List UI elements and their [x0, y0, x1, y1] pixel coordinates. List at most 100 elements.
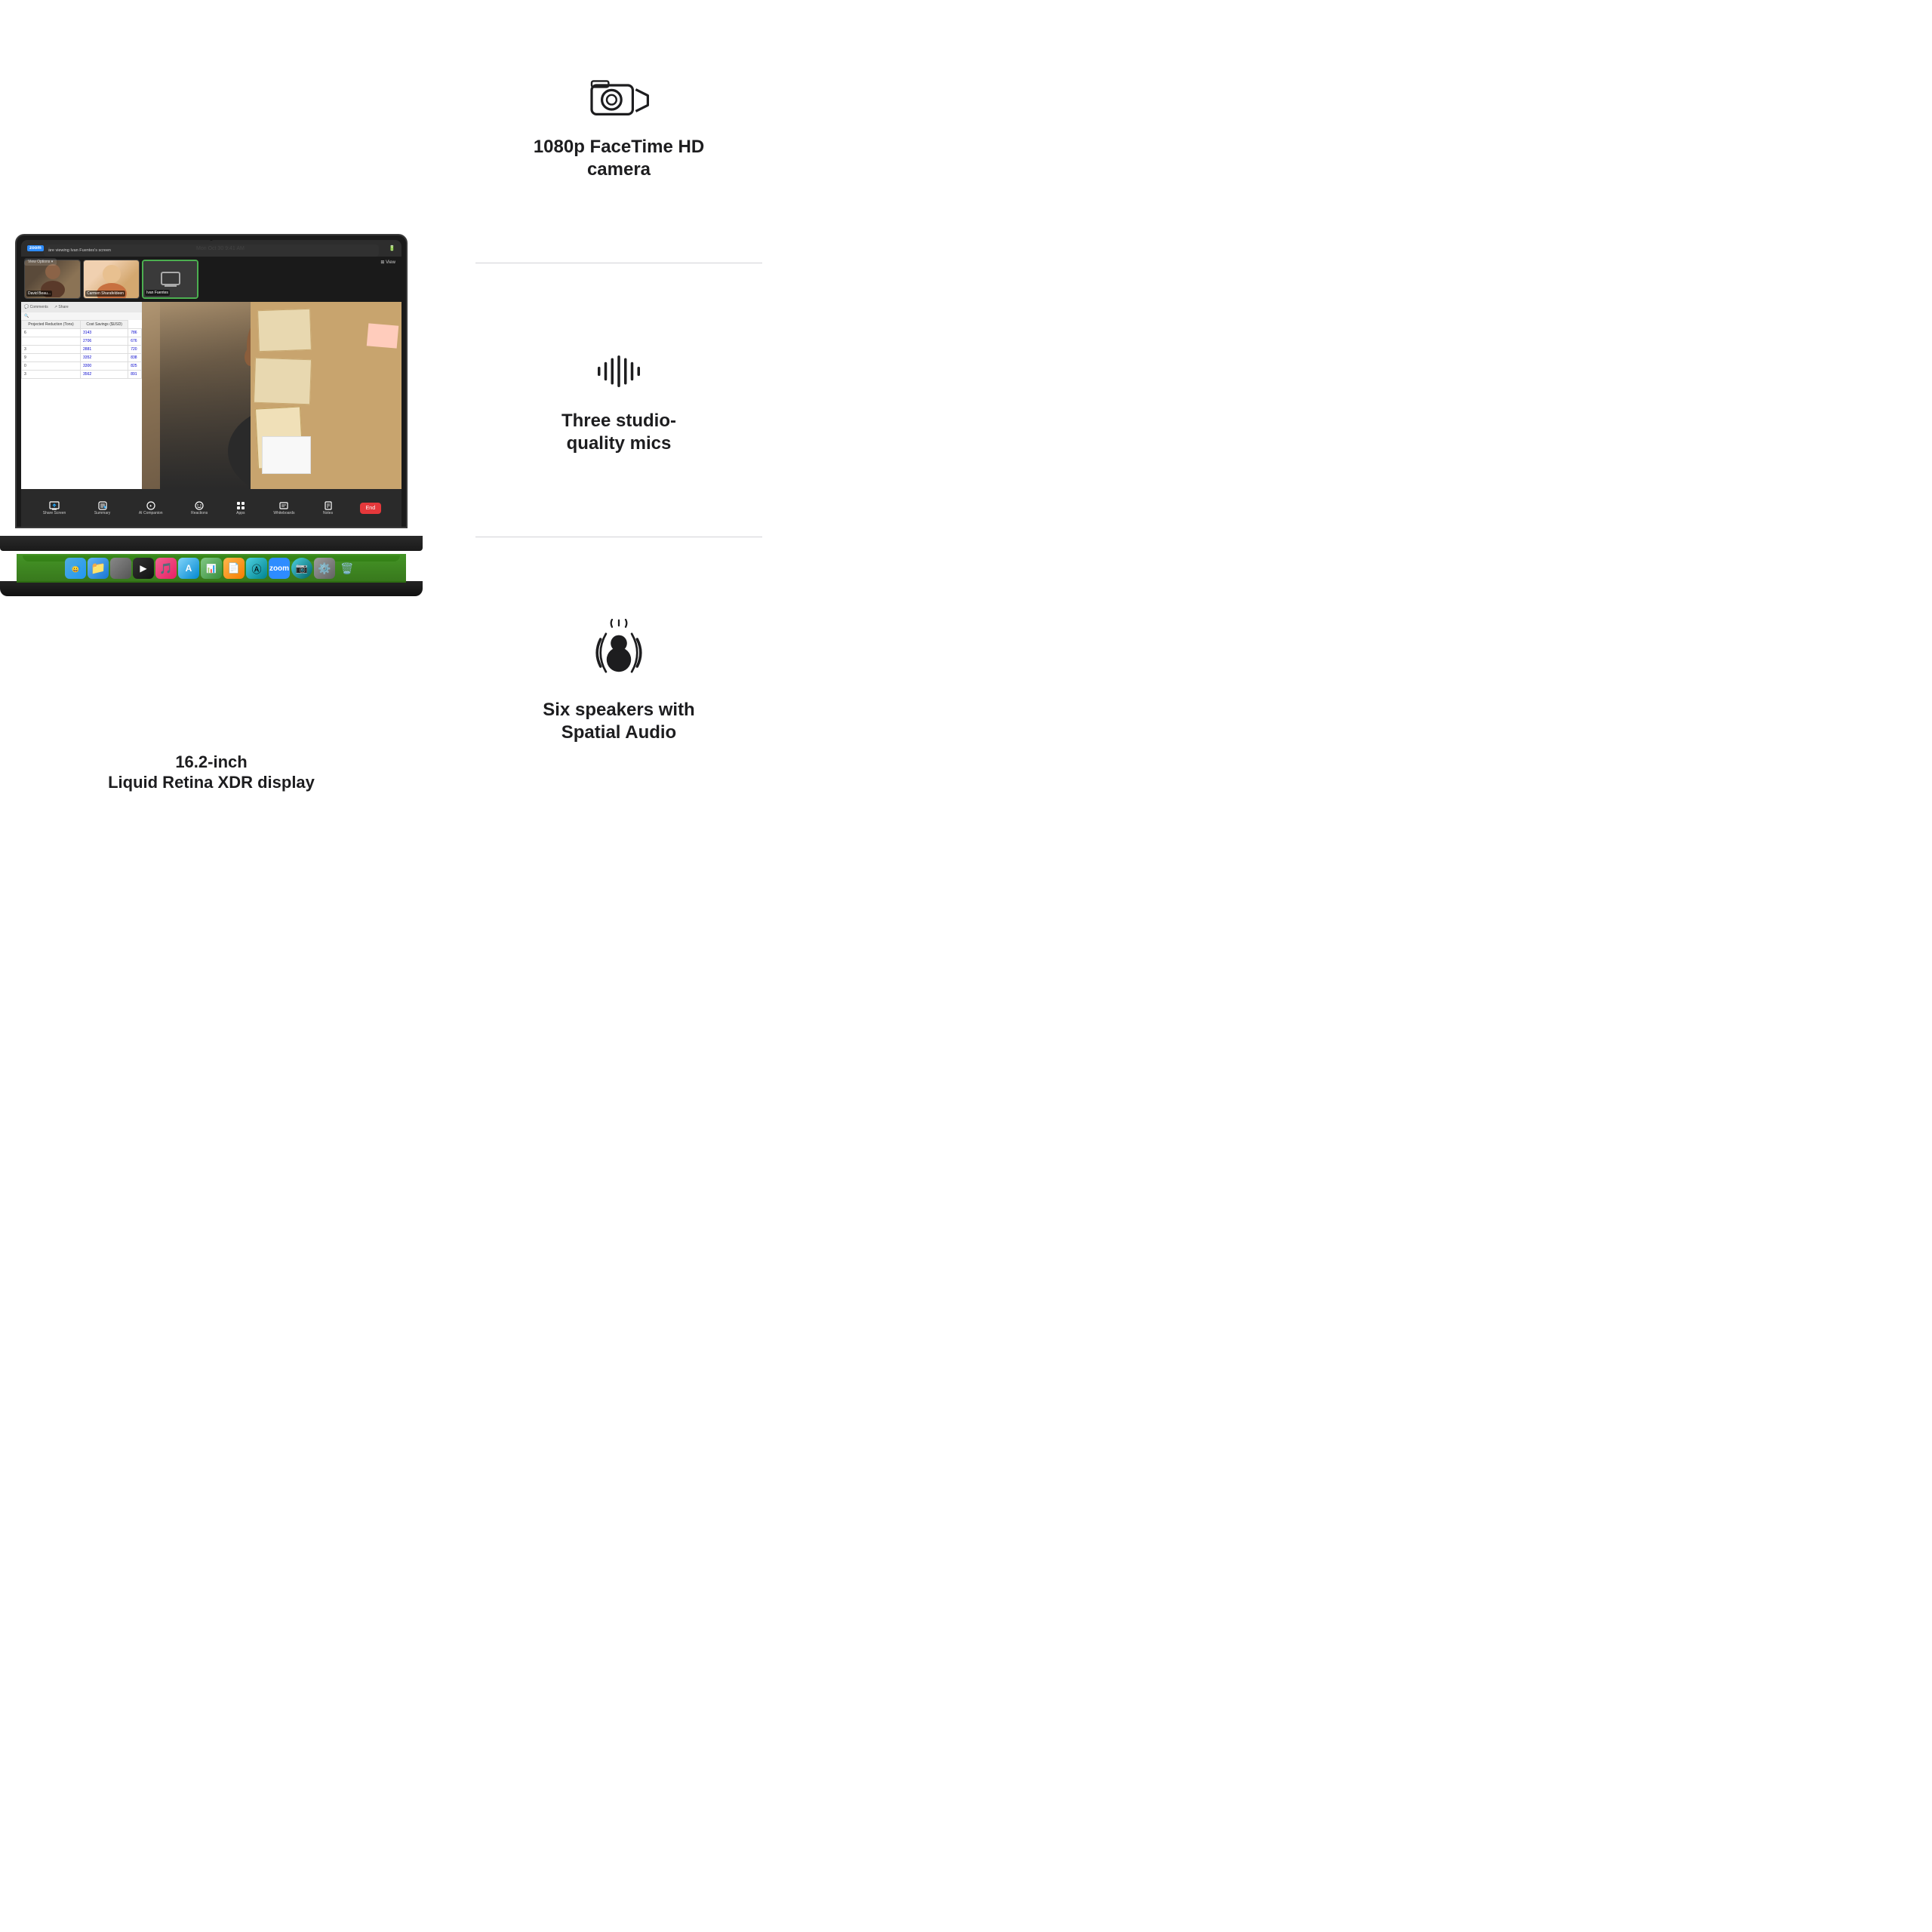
cell: 0	[22, 362, 81, 371]
pages-icon: 📄	[228, 562, 240, 574]
notes-icon	[324, 501, 333, 510]
translate-icon: A	[186, 563, 192, 574]
camera-dot	[210, 238, 213, 241]
spatial-feature-text: Six speakers with Spatial Audio	[543, 699, 694, 744]
table-row: 93352838	[22, 354, 142, 362]
share-btn: ↗ Share	[54, 305, 69, 309]
camera-feature-text: 1080p FaceTime HD camera	[534, 136, 704, 181]
spreadsheet-overlay: 💬 Comments ↗ Share 🔍	[21, 302, 142, 489]
participants-bar: David Beau... Carmen Sharafeldeen	[21, 257, 401, 302]
summary-label: Summary	[94, 511, 110, 515]
laptop-screen-outer: zoom ▲ Mon Oct 30 9:41 AM 🔋 are viewing …	[15, 234, 408, 528]
notification-text: are viewing Ivan Fuentes's screen	[48, 248, 111, 253]
toolbar-reactions[interactable]: Reactions	[189, 500, 209, 517]
search-icon: 🔍	[24, 314, 29, 318]
table-row: 03300825	[22, 362, 142, 371]
apps-label: Apps	[236, 511, 245, 515]
dock-app-trash[interactable]: 🗑️	[337, 558, 358, 579]
laptop-base	[0, 536, 423, 551]
dock-app-music[interactable]: 🎵	[155, 558, 177, 579]
display-caption-line2: Liquid Retina XDR display	[15, 773, 408, 792]
whiteboards-label: Whiteboards	[273, 511, 294, 515]
zoom-toolbar: Share Screen ✦	[21, 489, 401, 527]
mic-feature-icon-container	[585, 345, 653, 398]
right-section: 1080p FaceTime HD camera Three studio- q…	[423, 0, 815, 815]
cell: 3562	[81, 371, 128, 379]
view-icon: ⊞	[380, 260, 384, 265]
main-video-area: 💬 Comments ↗ Share 🔍	[21, 302, 401, 489]
screen-notification: are viewing Ivan Fuentes's screen	[44, 245, 379, 257]
dock-app-camera[interactable]: 📷	[291, 558, 312, 579]
camera-dock-icon: 📷	[296, 562, 308, 574]
participant-thumb-3: Ivan Fuentes	[142, 260, 198, 299]
toolbar-apps[interactable]: Apps	[235, 500, 247, 517]
cell: 825	[128, 362, 142, 371]
table-row: 2706676	[22, 337, 142, 346]
cell: 2706	[81, 337, 128, 346]
corkboard	[251, 302, 401, 489]
reactions-label: Reactions	[191, 511, 208, 515]
cork-paper-4	[367, 323, 398, 348]
cell: 3300	[81, 362, 128, 371]
participant3-name: Ivan Fuentes	[145, 290, 170, 296]
finder-icon: 😀	[69, 561, 82, 575]
toolbar-summary[interactable]: ✦ Summary	[93, 500, 112, 517]
table-row: 63143786	[22, 329, 142, 337]
mics-feature-text: Three studio- quality mics	[561, 410, 676, 455]
dock-app-pages[interactable]: 📄	[223, 558, 245, 579]
dock-app-folder[interactable]: 📁	[88, 558, 109, 579]
share-screen-label: Share Screen	[43, 511, 66, 515]
cork-paper-1	[257, 309, 312, 352]
cell: 838	[128, 354, 142, 362]
participant2-name: Carmen Sharafeldeen	[85, 291, 125, 297]
view-options-btn[interactable]: View Options ▾	[24, 258, 57, 266]
toolbar-whiteboards[interactable]: Whiteboards	[272, 500, 296, 517]
cell: 3	[22, 371, 81, 379]
feature-spatial-audio: Six speakers with Spatial Audio	[543, 619, 694, 744]
screen-share-icon	[159, 268, 182, 291]
end-call-button[interactable]: End	[360, 503, 381, 514]
dock-app-appletv[interactable]: ▶	[133, 558, 154, 579]
spreadsheet-table: Projected Reduction (Tons) Cost Savings …	[21, 320, 142, 379]
svg-text:✦: ✦	[149, 504, 152, 509]
cork-paper-5	[262, 436, 311, 474]
apps-icon	[236, 501, 245, 510]
view-label: ⊞ View	[380, 260, 395, 265]
dock-app-settings[interactable]: ⚙️	[314, 558, 335, 579]
cell: 786	[128, 329, 142, 337]
dock-app-apple[interactable]	[110, 558, 131, 579]
whiteboards-icon	[279, 501, 288, 510]
spatial-feature-icon-container	[577, 619, 660, 687]
mic-feature-icon	[592, 345, 645, 398]
cell: 720	[128, 346, 142, 354]
laptop-container: zoom ▲ Mon Oct 30 9:41 AM 🔋 are viewing …	[0, 234, 423, 596]
col-header-1: Projected Reduction (Tons)	[22, 321, 81, 329]
dock-app-numbers[interactable]: 📊	[201, 558, 222, 579]
mac-dock: 😀 📁 ▶ 🎵 A 📊	[17, 554, 406, 583]
reactions-icon	[195, 501, 204, 510]
dock-app-zoom[interactable]: zoom	[269, 558, 290, 579]
table-row: 33562891	[22, 371, 142, 379]
cell	[22, 337, 81, 346]
cell: 676	[128, 337, 142, 346]
folder-icon: 📁	[91, 561, 106, 576]
cell: 6	[22, 329, 81, 337]
toolbar-share-screen[interactable]: Share Screen	[42, 500, 68, 517]
dock-app-finder[interactable]: 😀	[65, 558, 86, 579]
cell: 2881	[81, 346, 128, 354]
appstore-icon: Ⓐ	[251, 561, 261, 576]
toolbar-notes[interactable]: Notes	[321, 500, 334, 517]
feature-camera: 1080p FaceTime HD camera	[534, 71, 704, 181]
summary-icon: ✦	[98, 501, 107, 510]
camera-feature-icon	[589, 75, 649, 120]
left-section: zoom ▲ Mon Oct 30 9:41 AM 🔋 are viewing …	[0, 0, 423, 815]
laptop-chassis	[0, 581, 423, 596]
dock-app-store[interactable]: Ⓐ	[246, 558, 267, 579]
left-caption: 16.2-inch Liquid Retina XDR display	[15, 752, 408, 792]
toolbar-ai-companion[interactable]: ✦ AI Companion	[137, 500, 165, 517]
cell: 9	[22, 354, 81, 362]
dock-app-translate[interactable]: A	[178, 558, 199, 579]
comments-btn: 💬 Comments	[24, 305, 48, 309]
participant-thumb-2: Carmen Sharafeldeen	[83, 260, 140, 299]
spatial-audio-icon	[577, 619, 660, 687]
